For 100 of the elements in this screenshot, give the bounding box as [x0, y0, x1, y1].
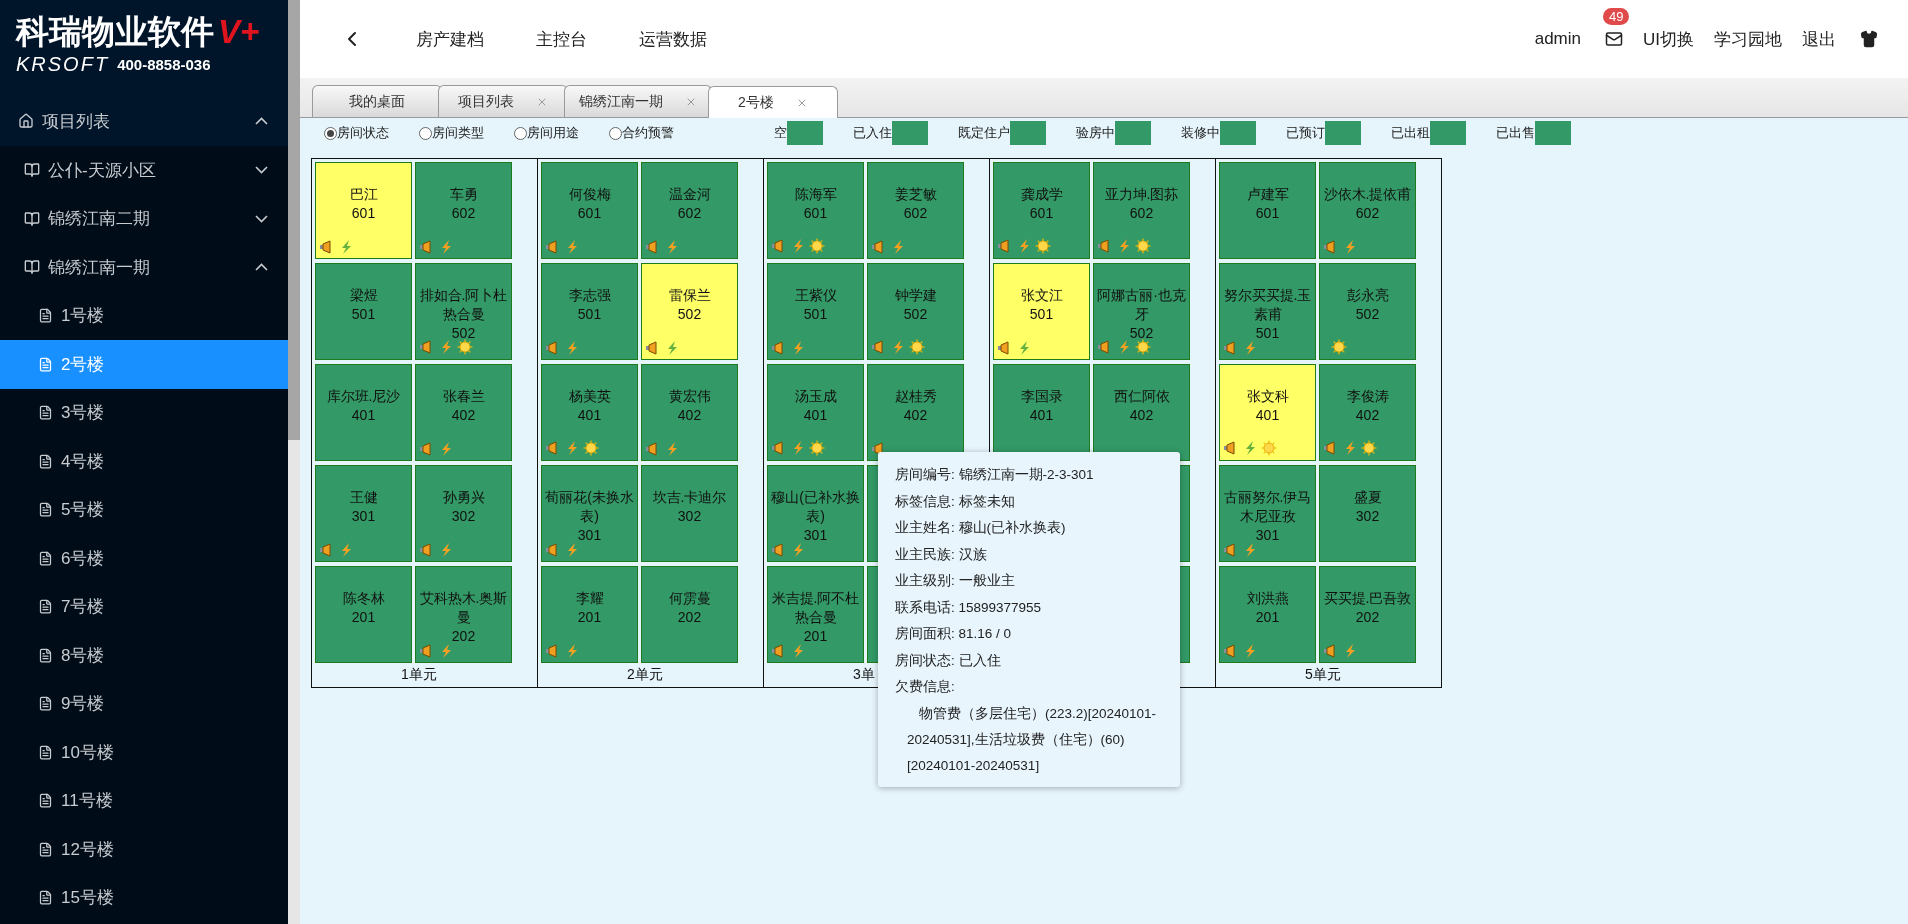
logo-phone: 400-8858-036	[117, 56, 211, 73]
nav-link[interactable]: 主控台	[536, 27, 587, 51]
room-tile[interactable]: 李志强 501	[541, 263, 638, 360]
sidebar-item[interactable]: 8号楼	[0, 631, 288, 680]
room-tile[interactable]: 阿娜古丽·也克牙 502	[1093, 263, 1190, 360]
lightning-icon	[1243, 644, 1257, 658]
tooltip-line: 房间编号: 锦绣江南一期-2-3-301	[895, 466, 1094, 485]
sidebar-item[interactable]: 锦绣江南二期	[0, 194, 288, 243]
room-tile[interactable]: 巴江 601	[315, 162, 412, 259]
room-tile[interactable]: 沙依木.提依甫 602	[1319, 162, 1416, 259]
room-tile[interactable]: 排如合.阿卜杜热合曼 502	[415, 263, 512, 360]
room-tile[interactable]: 温金河 602	[641, 162, 738, 259]
room-tile[interactable]: 杨美英 401	[541, 364, 638, 461]
lightning-icon	[439, 240, 453, 254]
room-tile[interactable]: 何俊梅 601	[541, 162, 638, 259]
room-tile[interactable]: 卢建军 601	[1219, 162, 1316, 259]
nav-link[interactable]: 房产建档	[416, 27, 484, 51]
room-tile[interactable]: 刘洪燕 201	[1219, 566, 1316, 663]
lightning-icon	[891, 340, 905, 354]
room-tile[interactable]: 雷保兰 502	[641, 263, 738, 360]
tab[interactable]: 锦绣江南一期	[564, 85, 712, 117]
room-tile[interactable]: 努尔买买提.玉素甫 501	[1219, 263, 1316, 360]
room-tile[interactable]: 穆山(已补水换表) 301	[767, 465, 864, 562]
room-tile[interactable]: 彭永亮 502	[1319, 263, 1416, 360]
room-tile[interactable]: 张春兰 402	[415, 364, 512, 461]
sidebar-item[interactable]: 12号楼	[0, 825, 288, 874]
radio-option[interactable]: 房间用途	[514, 124, 579, 142]
room-tile[interactable]: 王紫仪 501	[767, 263, 864, 360]
room-tile[interactable]: 何雳蔓 202	[641, 566, 738, 663]
header-link[interactable]: UI切换	[1643, 27, 1694, 51]
room-tile[interactable]: 坎吉.卡迪尔 302	[641, 465, 738, 562]
legend-label: 已入住	[853, 124, 892, 142]
tooltip-line: 欠费信息:	[895, 678, 955, 697]
room-tile[interactable]: 库尔班.尼沙 401	[315, 364, 412, 461]
sidebar-item[interactable]: 15号楼	[0, 873, 288, 922]
lightning-icon	[439, 543, 453, 557]
room-tile[interactable]: 孙勇兴 302	[415, 465, 512, 562]
scrollbar[interactable]	[288, 0, 300, 924]
sidebar-item[interactable]: 6号楼	[0, 534, 288, 583]
tooltip-line: 业主民族: 汉族	[895, 545, 987, 564]
sidebar-item[interactable]: 锦绣江南一期	[0, 243, 288, 292]
user-name[interactable]: admin	[1534, 29, 1581, 49]
radio-option[interactable]: 房间类型	[419, 124, 484, 142]
room-tile[interactable]: 李耀 201	[541, 566, 638, 663]
sidebar-item[interactable]: 10号楼	[0, 728, 288, 777]
room-tile[interactable]: 姜芝敏 602	[867, 162, 964, 259]
header-link[interactable]: 退出	[1802, 27, 1836, 51]
header-link[interactable]: 学习园地	[1714, 27, 1782, 51]
room-tile[interactable]: 陈冬林 201	[315, 566, 412, 663]
lightning-icon	[1017, 341, 1031, 355]
lightning-icon	[1343, 644, 1357, 658]
sidebar-item[interactable]: 7号楼	[0, 582, 288, 631]
room-tile[interactable]: 亚力坤.图荪 602	[1093, 162, 1190, 259]
sidebar-item[interactable]: 11号楼	[0, 776, 288, 825]
room-tile[interactable]: 车勇 602	[415, 162, 512, 259]
sidebar-item[interactable]: 2号楼	[0, 340, 288, 389]
lightning-icon	[665, 341, 679, 355]
sidebar-item[interactable]: 5号楼	[0, 485, 288, 534]
lightning-icon	[665, 442, 679, 456]
document-icon	[38, 405, 53, 421]
shirt-icon[interactable]	[1860, 30, 1878, 48]
radio-option[interactable]: 合约预警	[609, 124, 674, 142]
tooltip-line: 标签信息: 标签未知	[895, 492, 1015, 511]
room-tile[interactable]: 龚成学 601	[993, 162, 1090, 259]
room-tile[interactable]: 张文江 501	[993, 263, 1090, 360]
sidebar-item[interactable]: 公仆-天源小区	[0, 146, 288, 195]
book-icon	[24, 210, 40, 227]
sun-icon	[909, 339, 925, 355]
room-tile[interactable]: 梁煜 501	[315, 263, 412, 360]
sidebar-item[interactable]: 1号楼	[0, 291, 288, 340]
document-icon	[38, 502, 53, 518]
room-tile[interactable]: 古丽努尔.伊马木尼亚孜 301	[1219, 465, 1316, 562]
room-tile[interactable]: 钟学建 502	[867, 263, 964, 360]
mail-icon[interactable]	[1605, 30, 1623, 48]
tab[interactable]: 2号楼	[708, 86, 838, 118]
lightning-icon	[1017, 239, 1031, 253]
sidebar-item[interactable]: 9号楼	[0, 679, 288, 728]
nav-link[interactable]: 运营数据	[639, 27, 707, 51]
room-tile[interactable]: 西仁阿依 402	[1093, 364, 1190, 461]
room-tile[interactable]: 盛夏 302	[1319, 465, 1416, 562]
menu-header[interactable]: 项目列表	[0, 96, 288, 146]
radio-option[interactable]: 房间状态	[324, 124, 389, 142]
room-tile[interactable]: 陈海军 601	[767, 162, 864, 259]
room-tile[interactable]: 李俊涛 402	[1319, 364, 1416, 461]
room-tile[interactable]: 米吉提.阿不杜热合曼 201	[767, 566, 864, 663]
room-tile[interactable]: 汤玉成 401	[767, 364, 864, 461]
room-tile[interactable]: 买买提.巴吾敦 202	[1319, 566, 1416, 663]
room-tile[interactable]: 艾科热木.奥斯曼 202	[415, 566, 512, 663]
lightning-icon	[1117, 340, 1131, 354]
room-tile[interactable]: 荀丽花(未换水表) 301	[541, 465, 638, 562]
tooltip-line: 房间面积: 81.16 / 0	[895, 625, 1012, 644]
sidebar-item[interactable]: 3号楼	[0, 388, 288, 437]
arrears-text: 物管费（多层住宅）(223.2)[20240101-20240531],生活垃圾费（住宅）(60)[20240101-20240531]	[906, 704, 1158, 775]
room-tile[interactable]: 黄宏伟 402	[641, 364, 738, 461]
room-tile[interactable]: 王健 301	[315, 465, 412, 562]
sidebar-item[interactable]: 4号楼	[0, 437, 288, 486]
tooltip-line: 业主姓名: 穆山(已补水换表)	[895, 519, 1066, 538]
legend-label: 空	[774, 124, 787, 142]
room-tile[interactable]: 张文科 401	[1219, 364, 1316, 461]
room-tile[interactable]: 赵桂秀 402	[867, 364, 964, 461]
